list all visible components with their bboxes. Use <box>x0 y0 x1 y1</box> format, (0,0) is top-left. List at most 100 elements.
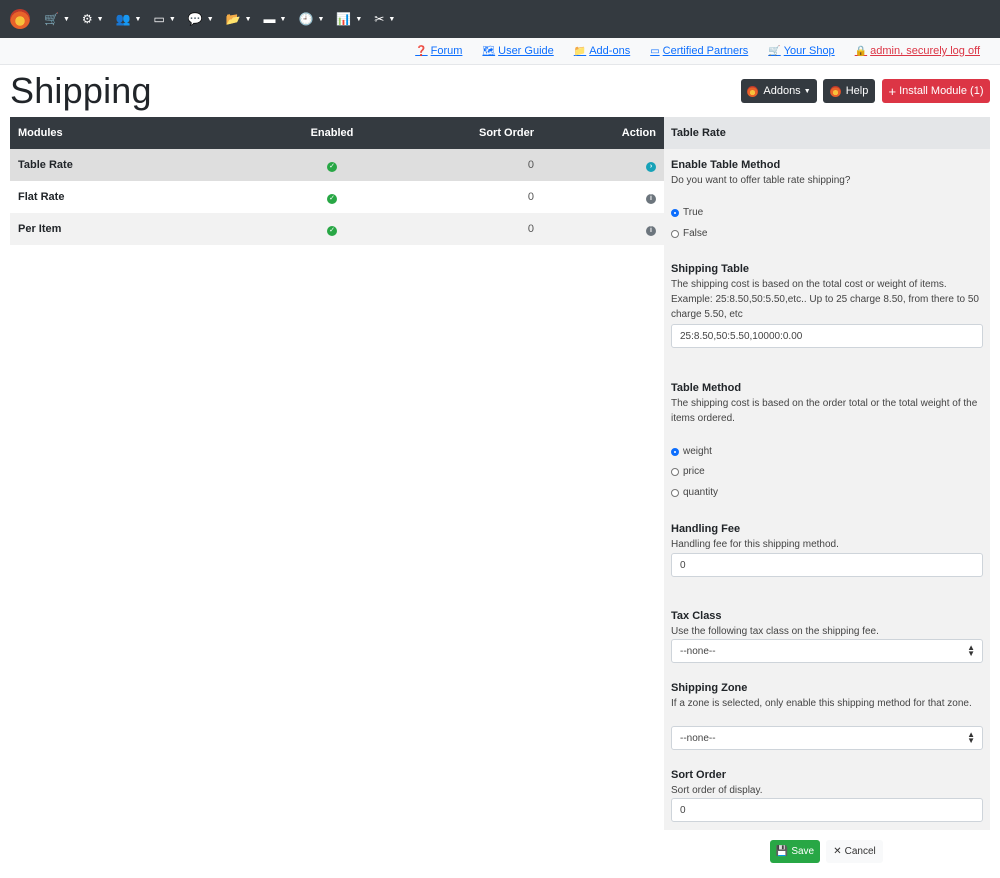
comments-icon: 💬 <box>187 12 203 26</box>
clock-icon: 🕘 <box>298 12 314 26</box>
caret-down-icon: ▼ <box>206 15 214 23</box>
caret-down-icon: ▼ <box>96 15 104 23</box>
caret-down-icon: ▼ <box>244 15 252 23</box>
select-arrows-icon: ▲ ▼ <box>967 643 975 658</box>
users-icon: 👥 <box>115 12 131 26</box>
cogs-icon: ⚙ <box>81 12 93 26</box>
tools-menu[interactable]: ✂ ▼ <box>374 13 395 25</box>
folder-plus-icon: 📁 <box>573 45 587 57</box>
clock-menu[interactable]: 🕘 ▼ <box>298 13 324 25</box>
module-sort-order: 0 <box>527 159 534 171</box>
method-quantity-radio[interactable]: quantity <box>671 487 983 498</box>
method-weight-radio[interactable]: weight <box>671 446 983 457</box>
caret-down-icon: ▼ <box>134 15 142 23</box>
info-circle-icon[interactable]: i <box>646 193 656 204</box>
caret-down-icon: ▼ <box>168 15 176 23</box>
caret-down-icon: ▼ <box>317 15 325 23</box>
addons-link[interactable]: 📁 Add-ons <box>574 45 630 57</box>
header-sort-order: Sort Order <box>478 127 534 139</box>
info-circle-icon[interactable]: i <box>646 225 656 236</box>
shipping-table-field: Shipping Table The shipping cost is base… <box>671 263 979 320</box>
help-button[interactable]: Help <box>823 79 875 103</box>
id-card-menu[interactable]: ▭ ▼ <box>153 13 175 25</box>
id-card-icon: ▭ <box>650 45 660 57</box>
caret-down-icon: ▼ <box>803 87 811 95</box>
module-name: Per Item <box>18 223 62 235</box>
lock-icon: 🔒 <box>854 45 868 57</box>
header-modules: Modules <box>18 127 63 139</box>
your-shop-link[interactable]: 🛒 Your Shop <box>768 45 834 57</box>
addons-dropdown-button[interactable]: Addons ▼ <box>741 79 817 103</box>
save-button[interactable]: 💾 Save <box>770 840 820 863</box>
table-row[interactable]: Per Item ✓ 0 i <box>10 213 664 245</box>
cogs-menu[interactable]: ⚙ ▼ <box>82 13 104 25</box>
module-edit-panel: Table Rate Enable Table Method Do you wa… <box>664 117 990 830</box>
phoenix-logo-icon <box>829 85 841 97</box>
radio-dot <box>671 447 679 456</box>
enable-true-radio[interactable]: True <box>671 207 983 218</box>
nav-menu: 🛒 ▼ ⚙ ▼ 👥 ▼ ▭ ▼ 💬 ▼ 📂 ▼ ▬ ▼ 🕘 ▼ 📊 ▼ ✂ ▼ <box>44 13 407 25</box>
question-circle-icon: ❓ <box>415 45 428 57</box>
credit-card-menu[interactable]: ▬ ▼ <box>264 13 287 25</box>
user-guide-link[interactable]: 🗺 User Guide <box>482 45 553 57</box>
map-icon: 🗺 <box>482 45 496 57</box>
cancel-button[interactable]: ✕ Cancel <box>826 840 883 863</box>
folder-open-icon: 📂 <box>225 12 241 26</box>
help-link-bar: ❓ Forum 🗺 User Guide 📁 Add-ons ▭ Certified P… <box>0 38 1000 65</box>
radio-dot <box>671 229 679 238</box>
plus-icon: + <box>888 83 897 99</box>
id-card-icon: ▭ <box>153 12 165 26</box>
caret-down-icon: ▼ <box>355 15 363 23</box>
sort-order-field: Sort Order Sort order of display. <box>671 769 763 796</box>
tax-class-select[interactable]: --none-- ▲ ▼ <box>671 639 983 663</box>
check-circle-icon: ✓ <box>327 193 337 204</box>
chart-menu[interactable]: 📊 ▼ <box>336 13 362 25</box>
enable-table-method-field: Enable Table Method Do you want to offer… <box>671 159 851 186</box>
chevron-circle-right-icon[interactable]: › <box>646 161 656 172</box>
table-row[interactable]: Table Rate ✓ 0 › <box>10 149 664 181</box>
save-icon: 💾 <box>775 846 789 857</box>
check-circle-icon: ✓ <box>327 225 337 236</box>
users-menu[interactable]: 👥 ▼ <box>116 13 142 25</box>
handling-fee-field: Handling Fee Handling fee for this shipp… <box>671 523 839 550</box>
folder-open-menu[interactable]: 📂 ▼ <box>226 13 252 25</box>
shipping-zone-field: Shipping Zone If a zone is selected, onl… <box>671 682 972 709</box>
panel-title: Table Rate <box>664 117 990 149</box>
shipping-table-input[interactable]: 25:8.50,50:5.50,10000:0.00 <box>671 324 983 348</box>
sort-order-input[interactable]: 0 <box>671 798 983 822</box>
page-title: Shipping <box>10 70 152 111</box>
caret-down-icon: ▼ <box>388 15 396 23</box>
phoenix-logo-icon[interactable] <box>10 9 30 29</box>
check-circle-icon: ✓ <box>327 161 337 172</box>
radio-dot <box>671 208 679 217</box>
close-icon: ✕ <box>833 846 842 857</box>
header-action: Action <box>621 127 656 139</box>
install-module-button[interactable]: + Install Module (1) <box>882 79 990 103</box>
certified-partners-link[interactable]: ▭ Certified Partners <box>650 45 748 57</box>
caret-down-icon: ▼ <box>279 15 287 23</box>
top-navbar: 🛒 ▼ ⚙ ▼ 👥 ▼ ▭ ▼ 💬 ▼ 📂 ▼ ▬ ▼ 🕘 ▼ 📊 ▼ ✂ ▼ <box>0 0 1000 38</box>
caret-down-icon: ▼ <box>62 15 70 23</box>
radio-dot <box>671 488 679 497</box>
shipping-zone-select[interactable]: --none-- ▲ ▼ <box>671 726 983 750</box>
module-sort-order: 0 <box>527 191 534 203</box>
tools-icon: ✂ <box>374 12 385 26</box>
credit-card-icon: ▬ <box>263 12 276 26</box>
module-name: Table Rate <box>18 159 73 171</box>
table-header: Modules Enabled Sort Order Action <box>10 117 664 149</box>
comments-menu[interactable]: 💬 ▼ <box>188 13 214 25</box>
handling-fee-input[interactable]: 0 <box>671 553 983 577</box>
phoenix-logo-icon <box>747 85 759 97</box>
tax-class-field: Tax Class Use the following tax class on… <box>671 610 879 637</box>
select-arrows-icon: ▲ ▼ <box>967 730 975 745</box>
cart-menu[interactable]: 🛒 ▼ <box>44 13 70 25</box>
header-enabled: Enabled <box>310 127 354 139</box>
table-row[interactable]: Flat Rate ✓ 0 i <box>10 181 664 213</box>
module-name: Flat Rate <box>18 191 65 203</box>
logoff-link[interactable]: 🔒 admin, securely log off <box>855 45 980 57</box>
cart-icon: 🛒 <box>768 45 781 57</box>
method-price-radio[interactable]: price <box>671 466 983 477</box>
table-method-field: Table Method The shipping cost is based … <box>671 382 978 424</box>
enable-false-radio[interactable]: False <box>671 228 983 239</box>
forum-link[interactable]: ❓ Forum <box>415 45 462 57</box>
